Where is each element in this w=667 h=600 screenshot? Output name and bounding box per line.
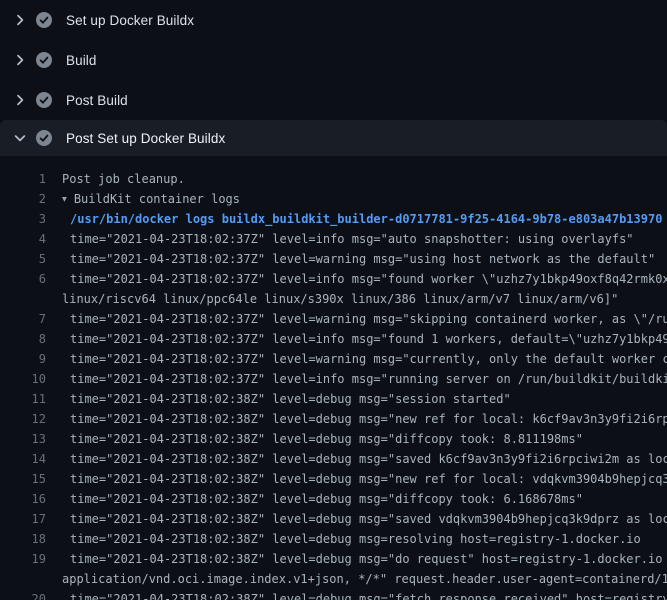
step-label: Set up Docker Buildx: [66, 13, 194, 28]
line-number[interactable]: 19: [0, 549, 46, 569]
steps-list: Set up Docker Buildx Build Post Build Post …: [0, 0, 667, 156]
log-row: 20 time="2021-04-23T18:02:38Z" level=debu…: [0, 589, 667, 600]
log-line-text: time="2021-04-23T18:02:38Z" level=debug …: [62, 549, 667, 569]
line-number[interactable]: 5: [0, 249, 46, 269]
collapse-triangle-icon[interactable]: ▼: [62, 190, 67, 210]
log-row: 12 time="2021-04-23T18:02:38Z" level=debu…: [0, 409, 667, 429]
step-row[interactable]: Set up Docker Buildx: [0, 0, 667, 40]
log-row: linux/riscv64 linux/ppc64le linux/s390x …: [0, 289, 667, 309]
log-row: 19 time="2021-04-23T18:02:38Z" level=debu…: [0, 549, 667, 569]
log-line-text: time="2021-04-23T18:02:38Z" level=debug …: [62, 589, 667, 600]
line-number[interactable]: [0, 289, 46, 309]
log-row: 7 time="2021-04-23T18:02:37Z" level=warni…: [0, 309, 667, 329]
log-line-text: time="2021-04-23T18:02:37Z" level=info m…: [62, 269, 667, 289]
chevron-right-icon[interactable]: [12, 12, 28, 28]
log-line-text: time="2021-04-23T18:02:37Z" level=warnin…: [62, 249, 655, 269]
log-row: 14 time="2021-04-23T18:02:38Z" level=debu…: [0, 449, 667, 469]
step-label: Post Set up Docker Buildx: [66, 131, 225, 146]
log-row: 8 time="2021-04-23T18:02:37Z" level=info …: [0, 329, 667, 349]
log-group-label: BuildKit container logs: [74, 192, 240, 206]
log-line-text: Post job cleanup.: [62, 169, 185, 189]
log-group-header[interactable]: ▼ BuildKit container logs: [62, 189, 240, 209]
log-row: 1 Post job cleanup.: [0, 169, 667, 189]
step-row[interactable]: Post Set up Docker Buildx: [0, 120, 667, 156]
check-circle-icon: [36, 92, 52, 108]
log-line-text: time="2021-04-23T18:02:38Z" level=debug …: [62, 509, 667, 529]
actions-log-viewer: Set up Docker Buildx Build Post Build Post …: [0, 0, 667, 600]
log-line-text: time="2021-04-23T18:02:38Z" level=debug …: [62, 449, 667, 469]
line-number[interactable]: 1: [0, 169, 46, 189]
log-panel: 1 Post job cleanup. 2 ▼ BuildKit container l…: [0, 156, 667, 600]
log-line-text: time="2021-04-23T18:02:37Z" level=warnin…: [62, 349, 667, 369]
line-number[interactable]: 10: [0, 369, 46, 389]
log-row: 15 time="2021-04-23T18:02:38Z" level=debu…: [0, 469, 667, 489]
chevron-down-icon[interactable]: [12, 130, 28, 146]
chevron-right-icon[interactable]: [12, 52, 28, 68]
log-line-text: time="2021-04-23T18:02:38Z" level=debug …: [62, 389, 511, 409]
log-row: 13 time="2021-04-23T18:02:38Z" level=debu…: [0, 429, 667, 449]
log-line-text: time="2021-04-23T18:02:37Z" level=warnin…: [62, 309, 667, 329]
log-row: 9 time="2021-04-23T18:02:37Z" level=warni…: [0, 349, 667, 369]
line-number[interactable]: 17: [0, 509, 46, 529]
step-row[interactable]: Build: [0, 40, 667, 80]
log-row: 6 time="2021-04-23T18:02:37Z" level=info …: [0, 269, 667, 289]
line-number[interactable]: 16: [0, 489, 46, 509]
step-label: Build: [66, 53, 97, 68]
chevron-right-icon[interactable]: [12, 92, 28, 108]
line-number[interactable]: 14: [0, 449, 46, 469]
log-row: application/vnd.oci.image.index.v1+json,…: [0, 569, 667, 589]
log-line-text: time="2021-04-23T18:02:38Z" level=debug …: [62, 429, 583, 449]
check-circle-icon: [36, 52, 52, 68]
step-label: Post Build: [66, 93, 128, 108]
line-number[interactable]: 7: [0, 309, 46, 329]
check-circle-icon: [36, 12, 52, 28]
line-number[interactable]: 4: [0, 229, 46, 249]
line-number[interactable]: 9: [0, 349, 46, 369]
line-number[interactable]: 11: [0, 389, 46, 409]
log-line-text: time="2021-04-23T18:02:37Z" level=info m…: [62, 229, 634, 249]
line-number[interactable]: 8: [0, 329, 46, 349]
line-number[interactable]: 3: [0, 209, 46, 229]
log-row: 17 time="2021-04-23T18:02:38Z" level=debu…: [0, 509, 667, 529]
check-circle-icon: [36, 130, 52, 146]
line-number[interactable]: 15: [0, 469, 46, 489]
line-number[interactable]: 6: [0, 269, 46, 289]
log-command-text: /usr/bin/docker logs buildx_buildkit_bui…: [62, 209, 662, 229]
log-line-text: linux/riscv64 linux/ppc64le linux/s390x …: [62, 289, 618, 309]
log-row: 18 time="2021-04-23T18:02:38Z" level=debu…: [0, 529, 667, 549]
line-number[interactable]: 2: [0, 189, 46, 209]
log-row: 10 time="2021-04-23T18:02:37Z" level=info…: [0, 369, 667, 389]
log-row: 16 time="2021-04-23T18:02:38Z" level=debu…: [0, 489, 667, 509]
line-number[interactable]: [0, 569, 46, 589]
step-row[interactable]: Post Build: [0, 80, 667, 120]
line-number[interactable]: 13: [0, 429, 46, 449]
log-line-text: time="2021-04-23T18:02:37Z" level=info m…: [62, 329, 667, 349]
log-row: 4 time="2021-04-23T18:02:37Z" level=info …: [0, 229, 667, 249]
log-row: 3/usr/bin/docker logs buildx_buildkit_bu…: [0, 209, 667, 229]
line-number[interactable]: 18: [0, 529, 46, 549]
log-line-text: application/vnd.oci.image.index.v1+json,…: [62, 569, 667, 589]
log-line-text: time="2021-04-23T18:02:38Z" level=debug …: [62, 529, 641, 549]
line-number[interactable]: 12: [0, 409, 46, 429]
log-line-text: time="2021-04-23T18:02:38Z" level=debug …: [62, 409, 667, 429]
line-number[interactable]: 20: [0, 589, 46, 600]
log-row: 11 time="2021-04-23T18:02:38Z" level=debu…: [0, 389, 667, 409]
log-row: 5 time="2021-04-23T18:02:37Z" level=warni…: [0, 249, 667, 269]
log-line-text: time="2021-04-23T18:02:38Z" level=debug …: [62, 469, 667, 489]
log-line-text: time="2021-04-23T18:02:38Z" level=debug …: [62, 489, 583, 509]
log-row: 2 ▼ BuildKit container logs: [0, 189, 667, 209]
log-line-text: time="2021-04-23T18:02:37Z" level=info m…: [62, 369, 667, 389]
